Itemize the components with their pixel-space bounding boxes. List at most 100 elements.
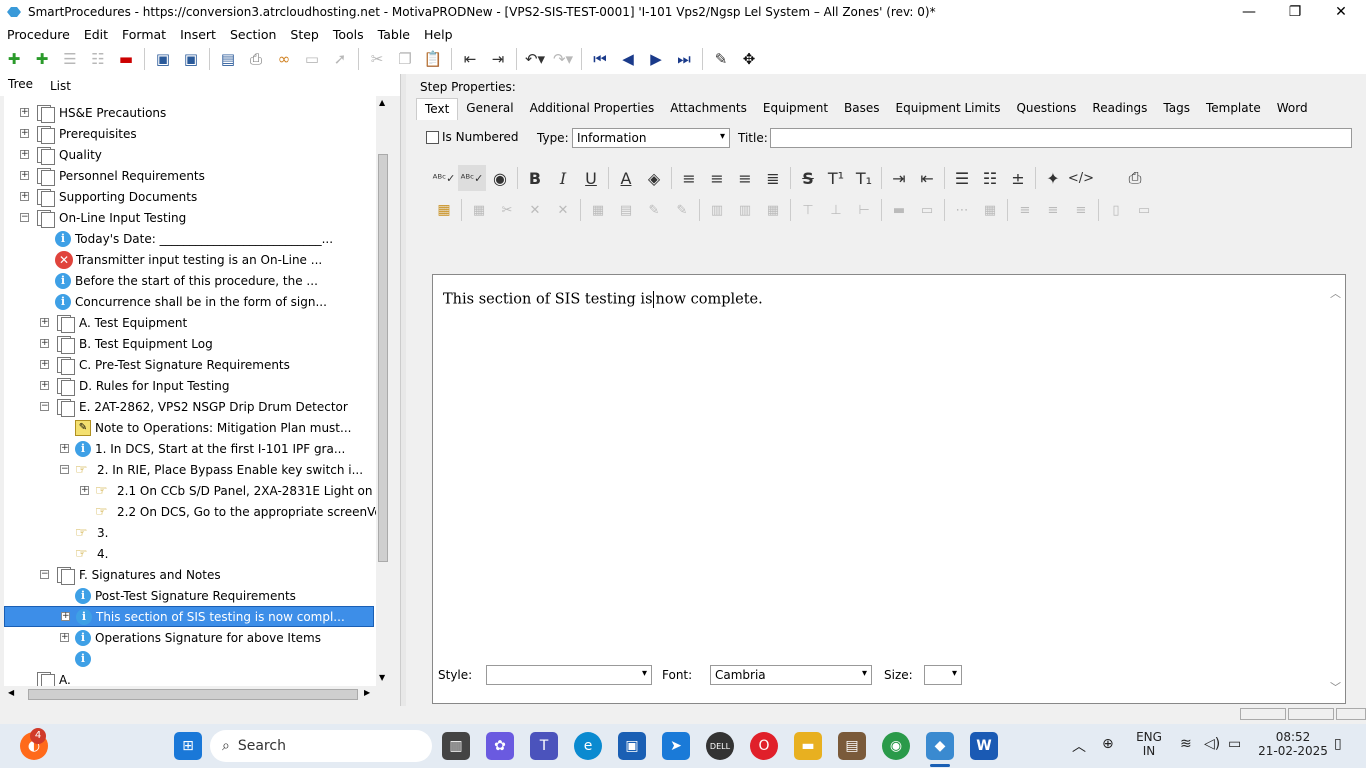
list-detail-icon[interactable]: ☷ bbox=[84, 46, 112, 72]
tab-equipment[interactable]: Equipment bbox=[755, 98, 836, 120]
editor-scroll-up-icon[interactable]: ︿ bbox=[1330, 285, 1341, 301]
tab-word[interactable]: Word bbox=[1269, 98, 1316, 120]
network-status-icon[interactable]: ⊕ bbox=[1102, 736, 1114, 752]
menu-table[interactable]: Table bbox=[371, 27, 417, 42]
table-icon-13[interactable]: ⋯ bbox=[948, 197, 976, 223]
windows-start-icon[interactable]: ⊞ bbox=[174, 732, 202, 760]
dell-icon[interactable]: DELL bbox=[706, 732, 734, 760]
tab-equipment-limits[interactable]: Equipment Limits bbox=[888, 98, 1009, 120]
taskbar-search[interactable]: ⌕ Search bbox=[210, 730, 432, 762]
delete-icon[interactable]: ▬ bbox=[112, 46, 140, 72]
cell-merge-icon[interactable]: ✕ bbox=[521, 197, 549, 223]
collapse-icon[interactable]: − bbox=[40, 402, 49, 411]
indent-icon[interactable]: ⇥ bbox=[484, 46, 512, 72]
table-icon-6[interactable]: ▥ bbox=[731, 197, 759, 223]
menu-tools[interactable]: Tools bbox=[326, 27, 371, 42]
collapse-icon[interactable]: − bbox=[40, 570, 49, 579]
tab-attachments[interactable]: Attachments bbox=[662, 98, 755, 120]
teams-icon[interactable]: T bbox=[530, 732, 558, 760]
menu-procedure[interactable]: Procedure bbox=[0, 27, 77, 42]
table-icon-17[interactable]: ≡ bbox=[1067, 197, 1095, 223]
strikethrough-icon[interactable]: S bbox=[794, 165, 822, 191]
store-icon[interactable]: ▣ bbox=[618, 732, 646, 760]
tree-item[interactable]: + i Operations Signature for above Items bbox=[60, 627, 321, 648]
numbered-list-icon[interactable]: ☷ bbox=[976, 165, 1004, 191]
tree-item[interactable]: + B. Test Equipment Log bbox=[40, 333, 213, 354]
undo-icon[interactable]: ↶▾ bbox=[521, 46, 549, 72]
step-text-editor[interactable]: This section of SIS testing is now comple… bbox=[432, 274, 1346, 704]
link-icon[interactable]: ∞ bbox=[270, 46, 298, 72]
tree-item[interactable]: A. bbox=[20, 669, 71, 686]
tree-item[interactable]: + i 1. In DCS, Start at the first I-101 IP… bbox=[60, 438, 345, 459]
minimize-button[interactable]: — bbox=[1226, 0, 1272, 24]
html-code-icon[interactable]: </> bbox=[1067, 165, 1095, 191]
tree-item[interactable]: + i This section of SIS testing is now com… bbox=[4, 606, 374, 627]
table-icon-7[interactable]: ▦ bbox=[759, 197, 787, 223]
table-props-icon[interactable]: ▦ bbox=[465, 197, 493, 223]
edge-icon[interactable]: e bbox=[574, 732, 602, 760]
table-icon-11[interactable]: ▬ bbox=[885, 197, 913, 223]
chevron-up-icon[interactable]: ︿ bbox=[1072, 736, 1086, 756]
editor-content[interactable]: This section of SIS testing is now comple… bbox=[443, 291, 763, 308]
tree-item[interactable]: ☞ 3. bbox=[60, 522, 108, 543]
tree-item[interactable]: − E. 2AT-2862, VPS2 NSGP Drip Drum Detect… bbox=[40, 396, 348, 417]
tree-item[interactable]: + Quality bbox=[20, 144, 102, 165]
tree-item[interactable]: + Supporting Documents bbox=[20, 186, 197, 207]
tab-tags[interactable]: Tags bbox=[1155, 98, 1198, 120]
menu-insert[interactable]: Insert bbox=[173, 27, 223, 42]
tree-item[interactable]: i Post-Test Signature Requirements bbox=[60, 585, 296, 606]
tree-item[interactable]: − F. Signatures and Notes bbox=[40, 564, 221, 585]
menu-section[interactable]: Section bbox=[223, 27, 283, 42]
subscript-icon[interactable]: T₁ bbox=[850, 165, 878, 191]
cell-delete-icon[interactable]: ✕ bbox=[549, 197, 577, 223]
expand-icon[interactable]: + bbox=[40, 339, 49, 348]
tree-item[interactable]: + C. Pre-Test Signature Requirements bbox=[40, 354, 290, 375]
menu-step[interactable]: Step bbox=[283, 27, 325, 42]
expand-icon[interactable]: + bbox=[40, 360, 49, 369]
first-step-icon[interactable]: ⏮ bbox=[586, 46, 614, 72]
align-right-icon[interactable]: ≡ bbox=[731, 165, 759, 191]
tree-item[interactable]: ✎ Note to Operations: Mitigation Plan mus… bbox=[60, 417, 351, 438]
style-select[interactable]: ▾ bbox=[486, 665, 652, 685]
tab-readings[interactable]: Readings bbox=[1084, 98, 1155, 120]
expand-icon[interactable]: + bbox=[80, 486, 89, 495]
scroll-left-icon[interactable]: ◀ bbox=[8, 688, 14, 697]
table-icon-12[interactable]: ▭ bbox=[913, 197, 941, 223]
insert-line-icon[interactable]: ± bbox=[1004, 165, 1032, 191]
redo-icon[interactable]: ↷▾ bbox=[549, 46, 577, 72]
bullet-list-icon[interactable]: ☰ bbox=[948, 165, 976, 191]
save-all-icon[interactable]: ▣ bbox=[149, 46, 177, 72]
expand-icon[interactable]: + bbox=[20, 192, 29, 201]
tab-text[interactable]: Text bbox=[416, 98, 459, 120]
table-icon-4[interactable]: ✎ bbox=[668, 197, 696, 223]
table-icon-5[interactable]: ▥ bbox=[703, 197, 731, 223]
tree-item[interactable]: ☞ 2.2 On DCS, Go to the appropriate scree… bbox=[80, 501, 376, 522]
tree-item[interactable]: i bbox=[60, 648, 95, 669]
notifications-icon[interactable]: ▯ bbox=[1334, 736, 1342, 752]
magic-wand-icon[interactable]: ✦ bbox=[1039, 165, 1067, 191]
tab-questions[interactable]: Questions bbox=[1008, 98, 1084, 120]
expand-icon[interactable]: + bbox=[40, 318, 49, 327]
file-explorer-icon[interactable]: ▬ bbox=[794, 732, 822, 760]
copy-icon[interactable]: ❐ bbox=[391, 46, 419, 72]
expand-icon[interactable]: + bbox=[60, 633, 69, 642]
add-icon[interactable]: ✚ bbox=[0, 46, 28, 72]
close-button[interactable]: ✕ bbox=[1318, 0, 1364, 24]
auto-spelling-icon[interactable]: ᴬᴮᶜ✓ bbox=[458, 165, 486, 191]
tree-item[interactable]: − On-Line Input Testing bbox=[20, 207, 186, 228]
tab-bases[interactable]: Bases bbox=[836, 98, 887, 120]
expand-icon[interactable]: + bbox=[20, 129, 29, 138]
menu-edit[interactable]: Edit bbox=[77, 27, 115, 42]
table-icon-2[interactable]: ▤ bbox=[612, 197, 640, 223]
expand-icon[interactable]: + bbox=[20, 171, 29, 180]
collapse-icon[interactable]: − bbox=[60, 465, 69, 474]
underline-icon[interactable]: U bbox=[577, 165, 605, 191]
tree-item[interactable]: + Prerequisites bbox=[20, 123, 137, 144]
title-input[interactable] bbox=[770, 128, 1352, 148]
insert-table-icon[interactable]: ▦ bbox=[430, 197, 458, 223]
tree-item[interactable]: + D. Rules for Input Testing bbox=[40, 375, 229, 396]
tree-item[interactable]: i Today's Date: _________________________… bbox=[40, 228, 333, 249]
maximize-button[interactable]: ❐ bbox=[1272, 0, 1318, 24]
type-select[interactable]: Information ▾ bbox=[572, 128, 730, 148]
publish-icon[interactable]: ▤ bbox=[214, 46, 242, 72]
